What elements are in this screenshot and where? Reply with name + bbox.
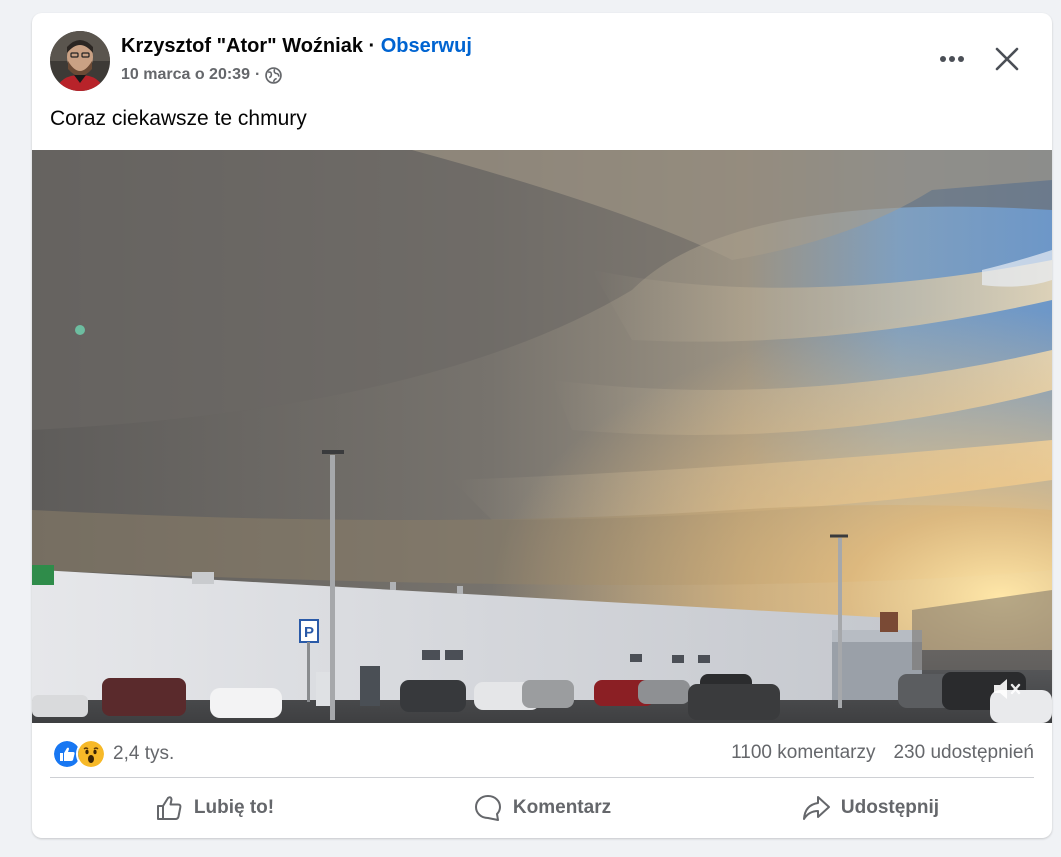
like-label: Lubię to!	[193, 797, 275, 818]
post-card: Krzysztof "Ator" Woźniak · Obserwuj 10 m…	[32, 13, 1052, 838]
parking-sign: P	[304, 624, 314, 641]
share-icon	[802, 796, 830, 820]
wow-icon	[76, 739, 106, 769]
post-text: Coraz ciekawsze te chmury	[50, 107, 307, 130]
author-line: Krzysztof "Ator" Woźniak · Obserwuj	[121, 33, 472, 59]
share-label: Udostępnij	[840, 797, 940, 818]
comment-label: Komentarz	[512, 797, 612, 818]
post-video[interactable]: P	[32, 150, 1052, 723]
engagement-counts: 1100 komentarzy 230 udostępnień	[731, 741, 1034, 765]
reaction-count: 2,4 tys.	[113, 743, 175, 764]
volume-button[interactable]	[990, 672, 1024, 706]
post-stats: 2,4 tys. 1100 komentarzy 230 udostępnień	[50, 733, 1034, 773]
post-header: Krzysztof "Ator" Woźniak · Obserwuj 10 m…	[32, 13, 1052, 105]
date-separator: ·	[254, 66, 261, 83]
comments-count[interactable]: 1100 komentarzy	[731, 741, 875, 765]
close-button[interactable]	[987, 39, 1027, 79]
comment-button[interactable]: Komentarz	[378, 783, 706, 833]
comment-icon	[474, 795, 501, 821]
shares-count[interactable]: 230 udostępnień	[893, 741, 1034, 765]
post-meta: 10 marca o 20:39 ·	[121, 64, 283, 86]
like-button[interactable]: Lubię to!	[50, 783, 378, 833]
thumbs-up-icon	[156, 796, 182, 820]
follow-link[interactable]: Obserwuj	[381, 35, 472, 57]
author-name[interactable]: Krzysztof "Ator" Woźniak	[121, 35, 363, 57]
close-icon	[995, 47, 1019, 71]
separator-dot: ·	[368, 35, 376, 57]
author-avatar[interactable]	[50, 31, 110, 91]
cloudy-sky-video-frame: P	[32, 150, 1052, 723]
globe-icon	[265, 66, 283, 84]
speaker-muted-icon	[994, 679, 1021, 699]
reactions-summary[interactable]: 2,4 tys.	[52, 739, 174, 769]
post-date[interactable]: 10 marca o 20:39	[121, 64, 250, 86]
more-options-button[interactable]	[932, 39, 972, 79]
post-actions: Lubię to! Komentarz Udostępnij	[50, 783, 1034, 833]
share-button[interactable]: Udostępnij	[706, 783, 1034, 833]
more-horizontal-icon	[940, 56, 964, 62]
actions-divider	[50, 777, 1034, 778]
